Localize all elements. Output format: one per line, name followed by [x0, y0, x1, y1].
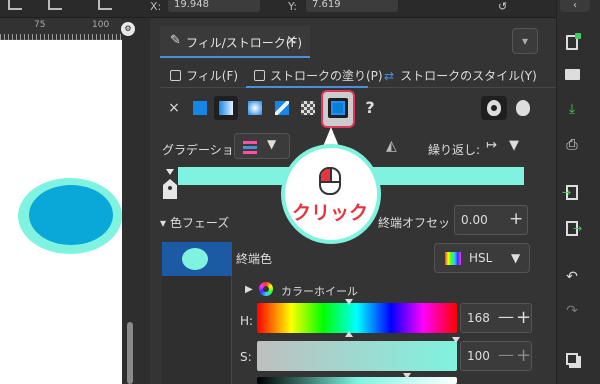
x-label: X: — [150, 0, 162, 13]
saturation-increment[interactable]: + — [516, 345, 531, 366]
expand-triangle-icon[interactable]: ▶ — [245, 284, 253, 295]
hue-slider[interactable] — [257, 303, 457, 333]
align-icon[interactable] — [8, 0, 22, 10]
toolbar-menu-button[interactable]: ‹ — [560, 0, 590, 12]
stop-offset-label: 終端オフセット: — [378, 216, 467, 230]
click-callout-text: クリック — [292, 202, 369, 224]
stop-marker-dot — [168, 186, 172, 190]
radial-gradient-icon — [248, 101, 262, 115]
align-icon-2[interactable] — [48, 0, 62, 10]
tab-stroke-style[interactable]: ⇄ ストロークのスタイル(Y) — [384, 66, 537, 86]
chevron-down-icon: ▼ — [267, 137, 277, 151]
repeat-label: 繰り返し: — [428, 143, 481, 157]
top-toolbar — [0, 0, 556, 18]
tab-fill-label: フィル(F) — [186, 69, 239, 83]
hue-decrement[interactable]: — — [498, 307, 514, 326]
stop-offset-field[interactable]: 0.00 + — [454, 205, 528, 235]
pen-icon: ✎ — [170, 33, 181, 48]
new-document-icon[interactable] — [563, 33, 581, 52]
active-tab-indicator — [246, 86, 368, 88]
evenodd-icon — [487, 100, 501, 116]
scrollbar-thumb[interactable] — [127, 322, 133, 384]
stroke-style-icon: ⇄ — [384, 69, 395, 83]
mesh-gradient-icon — [275, 101, 289, 115]
undo-icon[interactable]: ↶ — [563, 268, 581, 286]
ruler-mark: 100 — [92, 20, 110, 30]
open-folder-icon[interactable] — [563, 66, 581, 84]
x-coordinate-field[interactable]: 19.948 — [168, 0, 260, 12]
swatch-icon — [331, 101, 345, 115]
saturation-value: 100 — [467, 349, 490, 363]
tab-stroke-style-label: ストロークのスタイル(Y) — [400, 69, 537, 83]
checkbox-icon — [254, 70, 265, 81]
no-paint-button[interactable]: × — [162, 96, 186, 120]
stop-offset-value: 0.00 — [461, 213, 488, 227]
linear-gradient-button[interactable] — [214, 96, 238, 120]
gradient-preview-icon — [243, 141, 257, 144]
export-icon[interactable]: → — [563, 220, 582, 238]
saturation-label: S: — [240, 350, 252, 364]
checkbox-icon — [170, 70, 181, 81]
hue-label: H: — [240, 314, 254, 328]
save-icon[interactable]: ⤓ — [563, 100, 581, 118]
repeat-icon: ↦ — [486, 138, 497, 153]
mesh-gradient-button[interactable] — [270, 96, 294, 120]
undo-small-icon[interactable]: ↺ — [498, 0, 518, 13]
ellipse-fill[interactable] — [29, 185, 113, 245]
linear-gradient-icon — [219, 101, 233, 115]
radial-gradient-button[interactable] — [243, 96, 267, 120]
reverse-gradient-icon[interactable]: ◭ — [386, 138, 402, 154]
chevron-down-icon[interactable]: ▾ — [512, 28, 538, 54]
tab-fill[interactable]: フィル(F) — [170, 66, 238, 86]
color-mode-dropdown[interactable]: HSL ▼ — [434, 243, 530, 273]
align-icon-3[interactable] — [98, 0, 112, 10]
import-icon[interactable]: → — [562, 184, 581, 202]
stop-color-label: 終端色 — [236, 252, 273, 266]
color-mode-label: HSL — [469, 251, 493, 265]
tab-stroke-paint-label: ストロークの塗り(P) — [270, 69, 383, 83]
canvas-svg — [18, 178, 122, 254]
unset-paint-button[interactable]: ? — [358, 96, 382, 120]
flat-color-icon — [193, 101, 207, 115]
fill-rule-evenodd-button[interactable] — [481, 96, 507, 120]
tab-stroke-paint[interactable]: ストロークの塗り(P) — [254, 66, 383, 86]
gradient-select-dropdown[interactable]: ▼ — [234, 133, 290, 159]
color-wheel-label: カラーホイール — [281, 285, 358, 298]
lightness-slider[interactable] — [257, 377, 457, 384]
hue-value: 168 — [467, 311, 490, 325]
pattern-button[interactable] — [296, 96, 320, 120]
print-icon[interactable]: ⎙ — [563, 136, 581, 154]
chevron-down-icon: ▼ — [509, 138, 520, 153]
y-label: Y: — [288, 0, 297, 13]
y-coordinate-field[interactable]: 7.619 — [306, 0, 398, 12]
hue-increment[interactable]: + — [516, 307, 531, 328]
chevron-down-icon: ▼ — [511, 251, 521, 265]
repeat-dropdown[interactable]: ↦ ▼ — [486, 138, 519, 153]
close-icon[interactable]: × — [286, 33, 297, 48]
pattern-icon — [301, 101, 315, 115]
tab-label: フィル/ストローク(F) — [186, 36, 303, 50]
stops-section-toggle[interactable]: ▾ 色フェーズ — [160, 214, 229, 231]
saturation-decrement[interactable]: — — [498, 345, 514, 364]
color-mode-icon — [445, 252, 461, 265]
flat-color-button[interactable] — [188, 96, 212, 120]
redo-icon[interactable]: ↷ — [563, 302, 581, 320]
tab-fill-stroke[interactable]: ✎ フィル/ストローク(F) × — [160, 26, 310, 58]
duplicate-icon[interactable] — [563, 350, 581, 368]
stop-list[interactable] — [162, 276, 232, 384]
fill-rule-nonzero-button[interactable] — [516, 100, 530, 116]
plus-icon[interactable]: + — [509, 209, 523, 229]
drawing-canvas[interactable] — [0, 40, 122, 384]
stop-color-swatch — [182, 248, 208, 270]
ruler-mark: 75 — [34, 20, 46, 30]
lock-guides-icon[interactable]: ⚙ — [121, 22, 135, 36]
mouse-icon — [319, 167, 341, 195]
saturation-slider[interactable] — [257, 341, 457, 371]
